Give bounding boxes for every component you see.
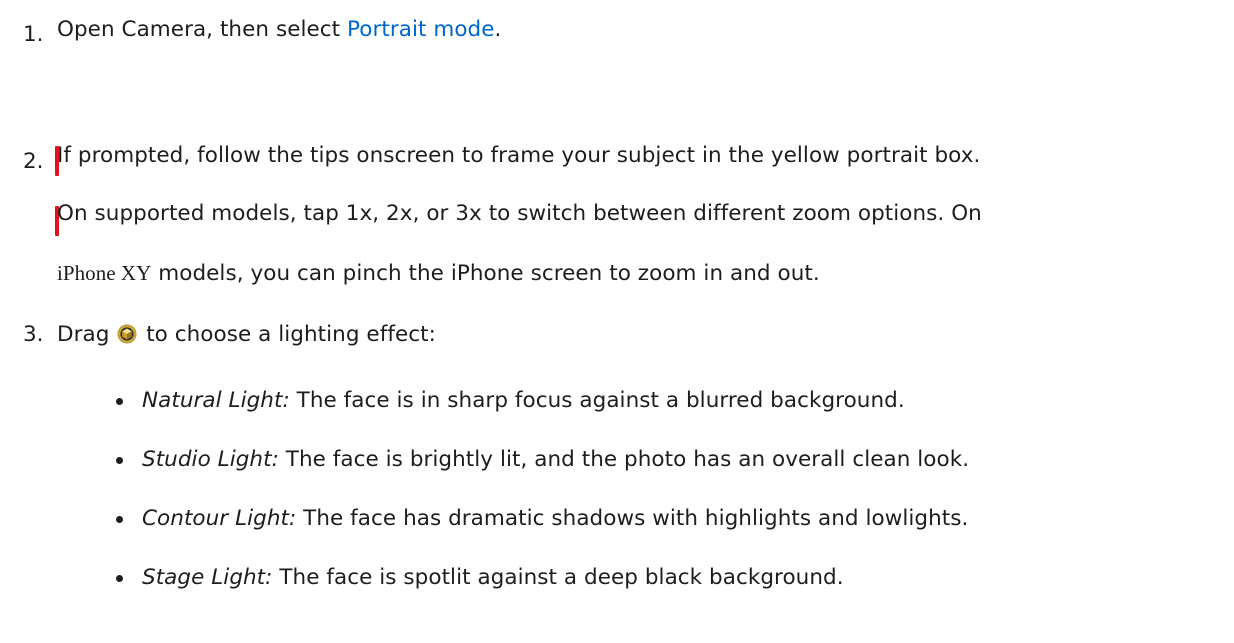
effect-item-natural-light: Natural Light: The face is in sharp focu… [142, 387, 905, 415]
effect-item-studio-light: Studio Light: The face is brightly lit, … [142, 446, 969, 474]
effect-description: The face is spotlit against a deep black… [272, 565, 844, 590]
effect-description: The face has dramatic shadows with highl… [296, 506, 969, 531]
step-3-text-after: to choose a lighting effect: [139, 322, 436, 347]
bullet-dot [116, 516, 123, 523]
effect-name: Stage Light: [142, 565, 273, 590]
portrait-mode-link[interactable]: Portrait mode [347, 17, 495, 42]
effect-description: The face is in sharp focus against a blu… [289, 388, 905, 413]
step-3-text-before: Drag [57, 322, 117, 347]
bullet-dot [116, 575, 123, 582]
step-1-text: Open Camera, then select Portrait mode. [57, 16, 501, 44]
bullet-dot [116, 398, 123, 405]
bullet-dot [116, 457, 123, 464]
step-2-line-3: iPhone XY models, you can pinch the iPho… [57, 259, 820, 288]
effect-item-contour-light: Contour Light: The face has dramatic sha… [142, 505, 968, 533]
effect-description: The face is brightly lit, and the photo … [278, 447, 970, 472]
step-2-line-3-rest: models, you can pinch the iPhone screen … [151, 261, 820, 286]
step-3-text: Drag to choose a lighting effect: [57, 321, 436, 349]
step-1-number: 1. [23, 22, 44, 47]
step-2-number: 2. [23, 149, 44, 174]
effect-name: Studio Light: [142, 447, 279, 472]
step-2-line-1: If prompted, follow the tips onscreen to… [57, 143, 981, 168]
iphone-model-name: iPhone XY [57, 261, 152, 285]
step-3-number: 3. [23, 322, 44, 347]
step-2-line-2: On supported models, tap 1x, 2x, or 3x t… [57, 201, 982, 226]
step-1-text-before: Open Camera, then select [57, 17, 348, 42]
effect-name: Natural Light: [142, 388, 290, 413]
effect-item-stage-light: Stage Light: The face is spotlit against… [142, 564, 844, 592]
step-1-text-after: . [494, 17, 502, 42]
effect-name: Contour Light: [142, 506, 297, 531]
portrait-lighting-icon[interactable] [117, 324, 137, 344]
